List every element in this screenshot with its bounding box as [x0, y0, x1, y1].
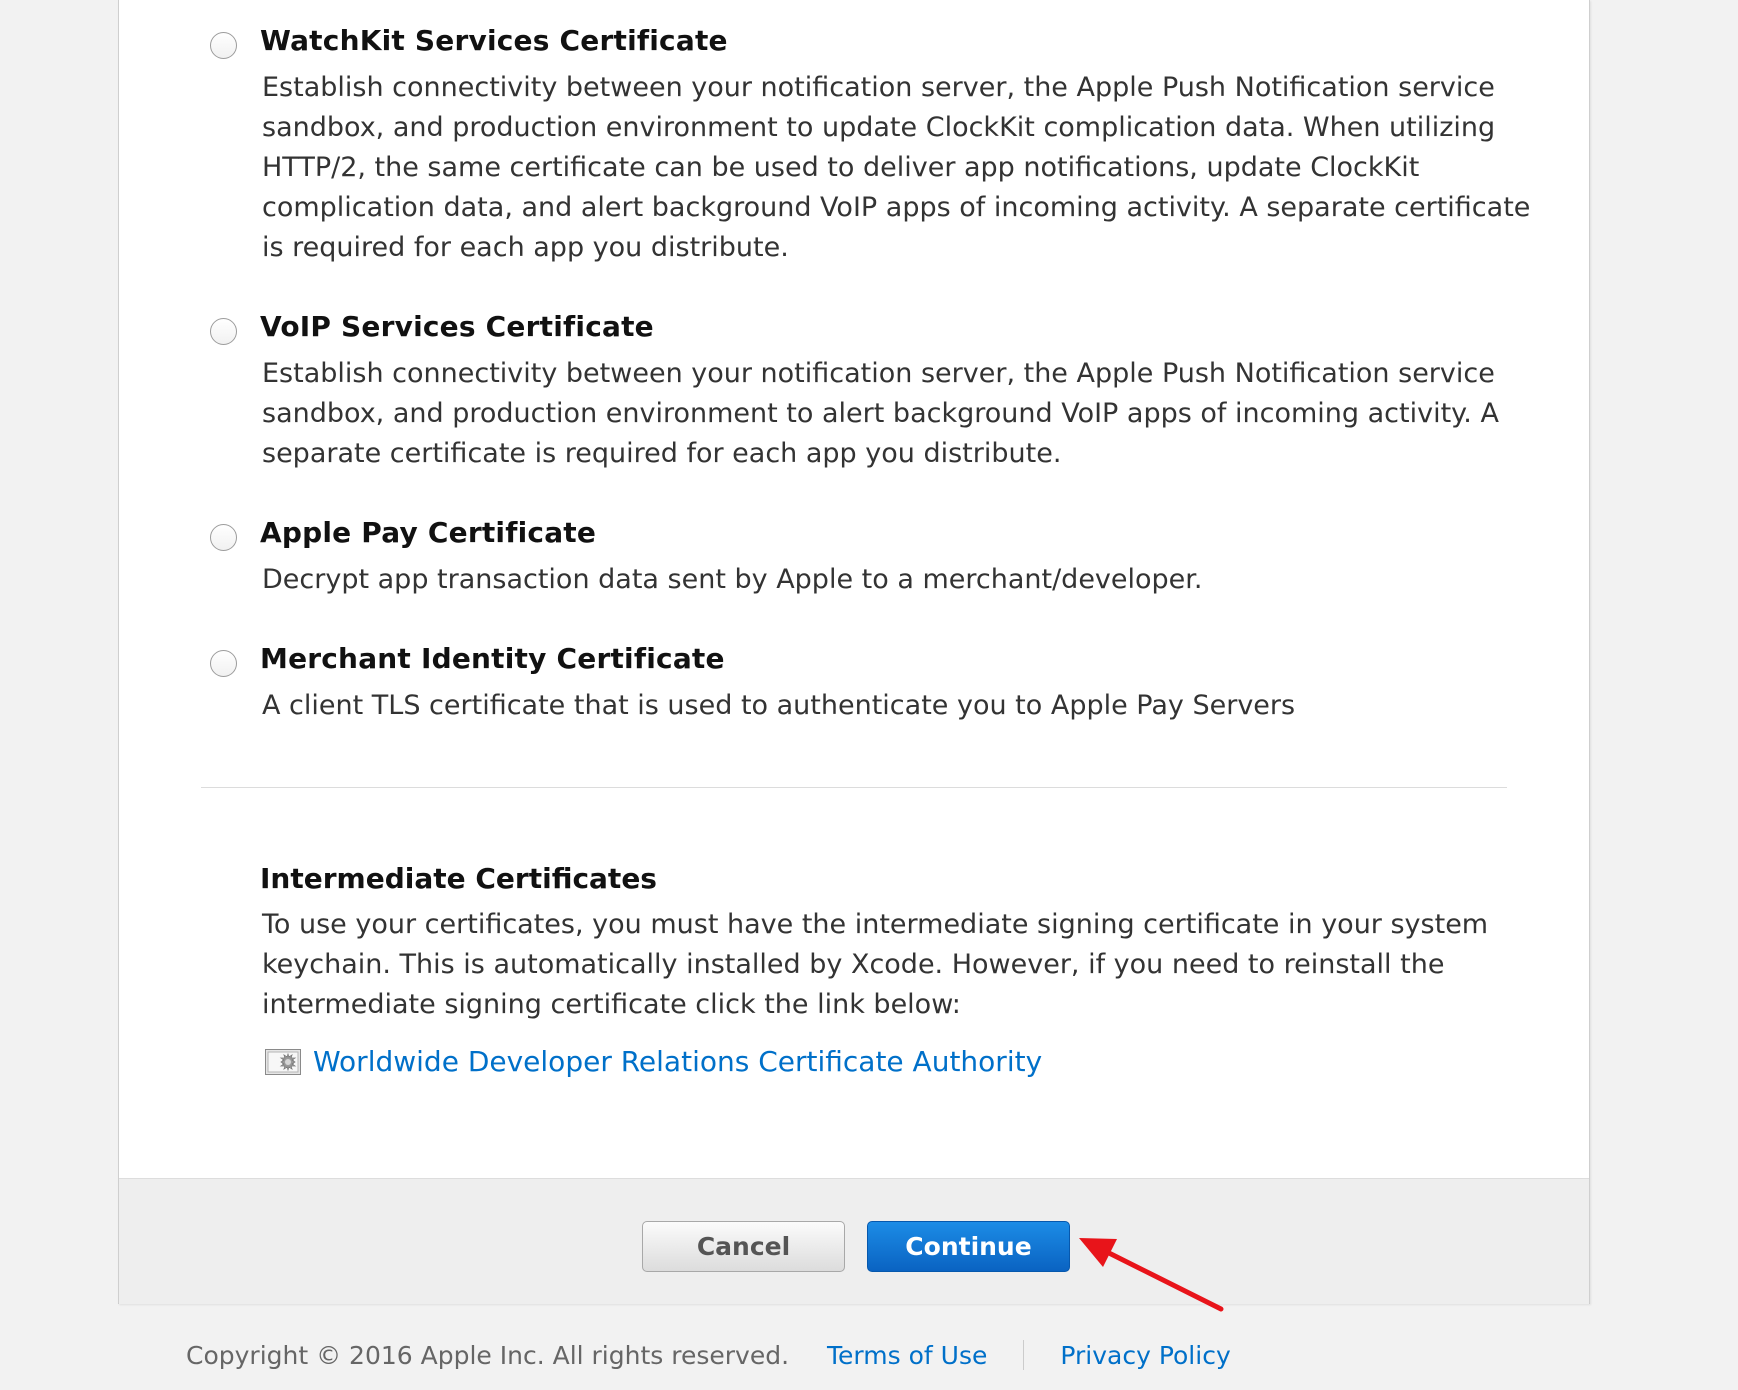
description-line: complication data, and alert background … — [262, 192, 1531, 223]
description-line: Decrypt app transaction data sent by App… — [262, 564, 1203, 595]
option-description: A client TLS certificate that is used to… — [262, 686, 1632, 726]
annotation-arrow-icon — [1079, 1238, 1224, 1312]
description-line: sandbox, and production environment to a… — [262, 398, 1499, 429]
description-line: To use your certificates, you must have … — [262, 909, 1489, 940]
radio-apple-pay[interactable] — [210, 524, 237, 551]
form-actions-bar: Cancel Continue — [119, 1178, 1589, 1304]
footer-separator — [1023, 1340, 1025, 1370]
description-line: sandbox, and production environment to u… — [262, 112, 1496, 143]
intermediate-certificates-description: To use your certificates, you must have … — [262, 905, 1488, 1025]
option-title: Apple Pay Certificate — [260, 516, 597, 549]
radio-merchant-identity[interactable] — [210, 650, 237, 677]
option-title: Merchant Identity Certificate — [260, 642, 725, 675]
section-divider — [201, 787, 1507, 788]
option-description: Establish connectivity between your noti… — [262, 354, 1632, 474]
description-line: keychain. This is automatically installe… — [262, 949, 1445, 980]
intermediate-certificates-heading: Intermediate Certificates — [260, 862, 657, 895]
description-line: separate certificate is required for eac… — [262, 438, 1062, 469]
continue-button[interactable]: Continue — [867, 1221, 1070, 1272]
site-footer: Copyright © 2016 Apple Inc. All rights r… — [186, 1340, 1231, 1370]
copyright-text: Copyright © 2016 Apple Inc. All rights r… — [186, 1340, 790, 1370]
cancel-button[interactable]: Cancel — [642, 1221, 845, 1272]
description-line: A client TLS certificate that is used to… — [262, 690, 1296, 721]
option-description: Decrypt app transaction data sent by App… — [262, 560, 1632, 600]
description-line: Establish connectivity between your noti… — [262, 358, 1495, 389]
privacy-policy-link[interactable]: Privacy Policy — [1060, 1341, 1230, 1370]
certificate-type-panel: WatchKit Services Certificate Establish … — [118, 0, 1590, 1304]
wwdr-certificate-link[interactable]: Worldwide Developer Relations Certificat… — [265, 1045, 1042, 1078]
radio-voip-services[interactable] — [210, 318, 237, 345]
description-line: intermediate signing certificate click t… — [262, 989, 961, 1020]
description-line: Establish connectivity between your noti… — [262, 72, 1495, 103]
option-title: VoIP Services Certificate — [260, 310, 654, 343]
option-description: Establish connectivity between your noti… — [262, 68, 1632, 268]
description-line: HTTP/2, the same certificate can be used… — [262, 152, 1420, 183]
wwdr-link-label[interactable]: Worldwide Developer Relations Certificat… — [313, 1045, 1042, 1078]
description-line: is required for each app you distribute. — [262, 232, 789, 263]
terms-of-use-link[interactable]: Terms of Use — [827, 1341, 987, 1370]
certificate-icon — [265, 1048, 301, 1075]
radio-watchkit-services[interactable] — [210, 32, 237, 59]
option-title: WatchKit Services Certificate — [260, 24, 728, 57]
